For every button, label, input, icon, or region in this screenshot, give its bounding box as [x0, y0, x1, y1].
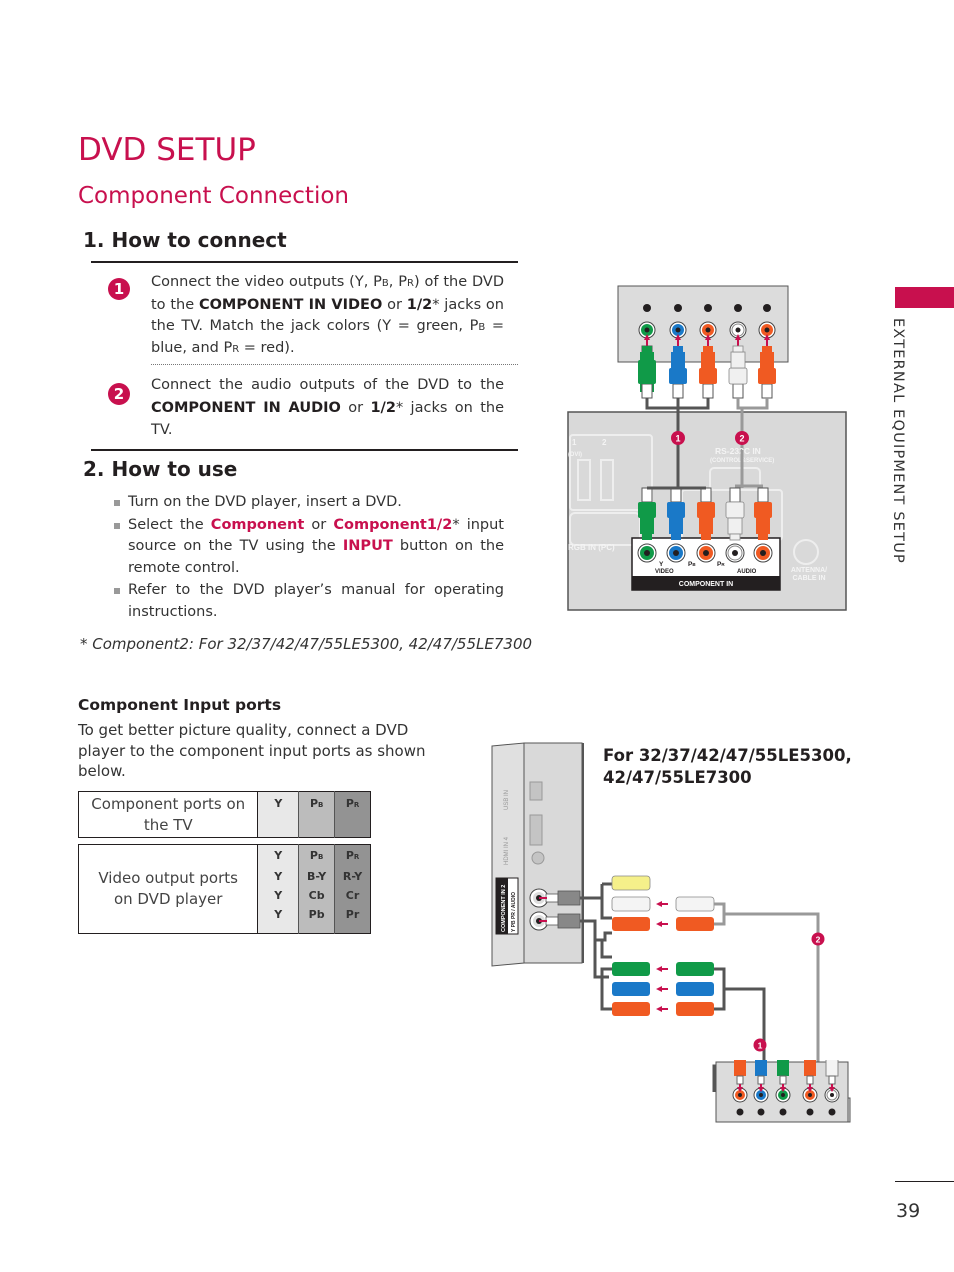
page-number-rule [895, 1181, 954, 1182]
insert-arrow-icons [656, 901, 668, 1012]
dvd-cell: Y [257, 870, 300, 889]
how-to-use-list: Turn on the DVD player, insert a DVD. Se… [112, 492, 504, 624]
dvd-cell: PR [334, 844, 371, 871]
svg-text:Y PB PR / AUDIO: Y PB PR / AUDIO [511, 892, 517, 932]
svg-text:HDMI IN 4: HDMI IN 4 [504, 836, 510, 865]
step-2-badge: 2 [108, 383, 130, 405]
tv-port-pr: PR [334, 791, 371, 838]
section-rule [91, 449, 518, 451]
side-tab-label: EXTERNAL EQUIPMENT SETUP [890, 318, 906, 564]
step-1-badge: 1 [108, 278, 130, 300]
svg-text:RS-232C IN: RS-232C IN [715, 446, 761, 456]
step-divider [151, 364, 518, 365]
svg-text:ANTENNA/: ANTENNA/ [791, 567, 827, 574]
footnote: * Component2: For 32/37/42/47/55LE5300, … [80, 635, 533, 653]
page-title: DVD SETUP [78, 132, 256, 168]
dvd-cell: Pb [298, 907, 336, 934]
svg-text:2: 2 [816, 935, 821, 945]
marker-1-icon: 1 [753, 1038, 767, 1052]
dvd-cell: Cr [334, 888, 371, 908]
dvd-cell: R-Y [334, 870, 371, 889]
dvd-cell: Cb [298, 888, 336, 908]
dvd-ports-table: Video output ports on DVD player Y PB PR… [78, 844, 371, 934]
tv-ports-table: Component ports on the TV Y PB PR [78, 791, 371, 838]
svg-text:2: 2 [739, 434, 744, 444]
bullet-square-icon [114, 500, 120, 506]
dvd-cell: B-Y [298, 870, 336, 889]
svg-text:1: 1 [572, 438, 577, 447]
bullet-square-icon [114, 522, 120, 529]
marker-2-icon: 2 [811, 932, 825, 946]
bullet-item: Turn on the DVD player, insert a DVD. [112, 492, 504, 514]
svg-text:PR: PR [717, 561, 725, 568]
svg-text:VIDEO: VIDEO [655, 569, 674, 575]
tv-port-pb: PB [298, 791, 336, 838]
bullet-item: Select the Component or Component1/2* in… [112, 515, 504, 580]
how-to-use-heading: 2. How to use [83, 457, 238, 481]
svg-text:1: 1 [675, 434, 680, 444]
page-number: 39 [896, 1200, 921, 1222]
how-to-connect-heading: 1. How to connect [83, 228, 287, 252]
dvd-cell: Pr [334, 907, 371, 934]
step-1-text: Connect the video outputs (Y, PB, PR) of… [151, 274, 504, 357]
svg-text:AUDIO: AUDIO [737, 569, 757, 575]
top-connection-diagram: 1 2 (DVI) RS-232C IN (CONTROL&SERVICE) R… [567, 285, 847, 611]
svg-text:Y: Y [659, 561, 664, 568]
svg-text:PB: PB [688, 561, 696, 568]
bullet-square-icon [114, 588, 120, 594]
step-2-text: Connect the audio outputs of the DVD to … [151, 377, 504, 438]
svg-text:COMPONENT IN 2: COMPONENT IN 2 [501, 885, 507, 932]
dvd-output-panel [715, 1060, 849, 1123]
svg-text:RGB IN (PC): RGB IN (PC) [568, 543, 615, 552]
bottom-cables [580, 882, 612, 979]
svg-text:1: 1 [758, 1041, 763, 1051]
tv-ports-label: Component ports on the TV [78, 791, 259, 838]
component-input-ports-description: To get better picture quality, connect a… [78, 721, 426, 780]
component-input-ports-heading: Component Input ports [78, 696, 282, 714]
heading-rule [91, 261, 518, 263]
svg-text:CABLE IN: CABLE IN [792, 575, 825, 582]
dvd-cell: PB [298, 844, 336, 871]
dvd-cell: Y [257, 844, 300, 871]
svg-text:2: 2 [602, 438, 607, 447]
side-tab-marker [895, 287, 954, 308]
dvd-ports-label: Video output ports on DVD player [78, 844, 259, 934]
marker-1-icon: 1 [671, 431, 685, 445]
tv-port-y: Y [257, 791, 300, 838]
svg-text:(DVI): (DVI) [568, 452, 582, 458]
component-in-label: COMPONENT IN [679, 581, 733, 588]
bullet-item: Refer to the DVD player’s manual for ope… [112, 580, 504, 623]
svg-text:USB IN: USB IN [504, 790, 510, 810]
marker-2-icon: 2 [735, 431, 749, 445]
dvd-cell: Y [257, 907, 300, 934]
dvd-cell: Y [257, 888, 300, 908]
section-subtitle: Component Connection [78, 183, 349, 209]
